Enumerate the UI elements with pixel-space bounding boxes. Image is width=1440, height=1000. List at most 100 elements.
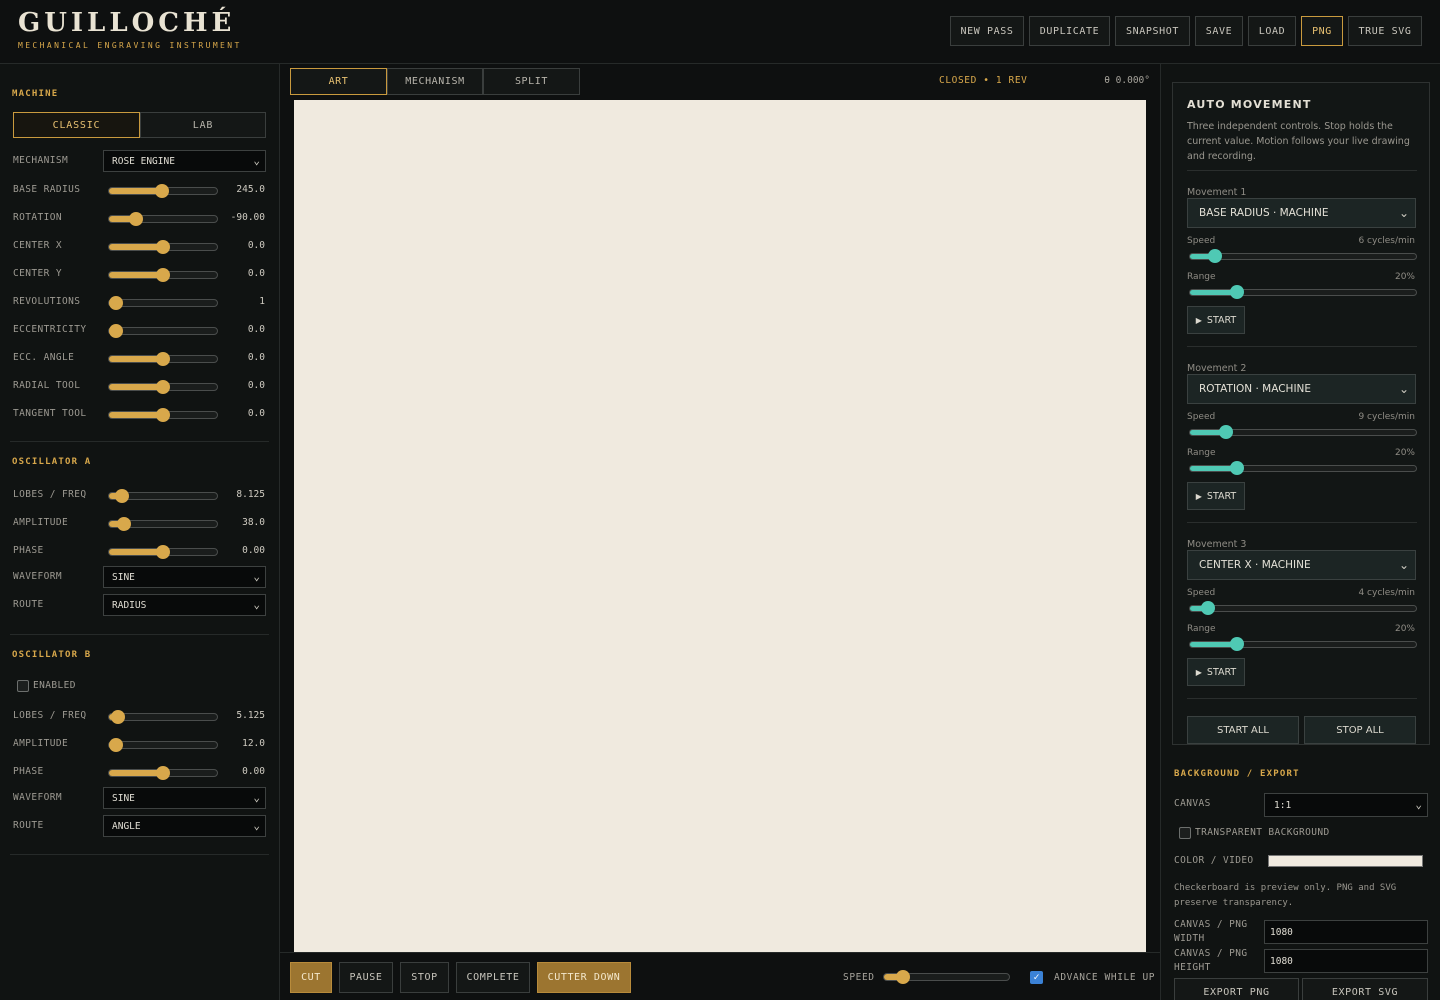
slider-thumb[interactable] [129,212,143,226]
slider-thumb[interactable] [156,352,170,366]
slider-fill [109,356,163,362]
movement-range-slider[interactable] [1189,461,1417,475]
start-all-button[interactable]: START ALL [1187,716,1299,744]
export-png-button[interactable]: EXPORT PNG [1174,978,1299,1000]
slider-thumb[interactable] [109,738,123,752]
load-button[interactable]: LOAD [1248,16,1296,46]
new-pass-button[interactable]: NEW PASS [950,16,1024,46]
mechanism-select[interactable]: ROSE ENGINE ⌄ [103,150,266,172]
osc-a-param-slider[interactable] [108,489,218,503]
machine-param-slider[interactable] [108,268,218,282]
speed-slider[interactable] [883,970,1010,984]
png-button[interactable]: PNG [1301,16,1343,46]
mode-lab-button[interactable]: LAB [140,112,266,138]
slider-thumb[interactable] [110,710,125,724]
slider-thumb[interactable] [1219,425,1234,439]
machine-param-value: 0.0 [247,380,265,391]
slider-thumb[interactable] [1207,249,1222,263]
stop-button[interactable]: STOP [400,962,449,993]
slider-thumb[interactable] [156,240,170,254]
machine-param-slider[interactable] [108,352,218,366]
png-height-input[interactable]: 1080 [1264,949,1428,973]
tab-split[interactable]: SPLIT [483,68,580,95]
slider-thumb[interactable] [156,380,170,394]
osc-a-param-label: AMPLITUDE [13,517,69,528]
color-picker[interactable] [1268,855,1423,867]
osc-b-param-slider[interactable] [108,738,218,752]
tab-mechanism[interactable]: MECHANISM [387,68,483,95]
slider-thumb[interactable] [1230,285,1245,299]
movement-start-button[interactable]: ▶ START [1187,482,1245,510]
osc-b-enabled-checkbox[interactable] [17,680,29,692]
slider-thumb[interactable] [1201,601,1216,615]
movement-target-value: ROTATION · MACHINE [1199,383,1312,395]
movement-speed-slider[interactable] [1189,249,1417,263]
slider-thumb[interactable] [156,408,170,422]
movement-speed-slider[interactable] [1189,425,1417,439]
stop-all-button[interactable]: STOP ALL [1304,716,1416,744]
machine-param-slider[interactable] [108,380,218,394]
true-svg-button[interactable]: TRUE SVG [1348,16,1422,46]
slider-thumb[interactable] [156,766,170,780]
osc-a-route-select[interactable]: RADIUS ⌄ [103,594,266,616]
movement-target-select[interactable]: BASE RADIUS · MACHINE ⌄ [1187,198,1416,228]
movement-range-slider[interactable] [1189,285,1417,299]
movement-speed-label: Speed [1187,412,1216,422]
engraving-canvas[interactable] [294,100,1146,952]
transparent-background-checkbox[interactable] [1179,827,1191,839]
slider-thumb[interactable] [895,970,910,984]
machine-param-value: 0.0 [247,352,265,363]
movement-start-label: START [1206,314,1237,326]
movement-target-value: BASE RADIUS · MACHINE [1199,207,1329,219]
movement-speed-value: 6 cycles/min [1358,236,1415,246]
slider-thumb[interactable] [1230,637,1245,651]
cut-button[interactable]: CUT [290,962,332,993]
complete-button[interactable]: COMPLETE [456,962,530,993]
slider-thumb[interactable] [114,489,129,503]
slider-thumb[interactable] [156,545,170,559]
movement-range-slider[interactable] [1189,637,1417,651]
osc-a-waveform-select[interactable]: SINE ⌄ [103,566,266,588]
slider-thumb[interactable] [156,268,170,282]
pause-button[interactable]: PAUSE [339,962,393,993]
osc-b-param-slider[interactable] [108,710,218,724]
osc-b-waveform-value: SINE [112,792,135,804]
machine-param-slider[interactable] [108,296,218,310]
movement-start-button[interactable]: ▶ START [1187,306,1245,334]
background-export-title: BACKGROUND / EXPORT [1174,769,1300,779]
canvas-ratio-select[interactable]: 1:1 ⌄ [1264,793,1428,817]
osc-b-route-select[interactable]: ANGLE ⌄ [103,815,266,837]
cutter-down-button[interactable]: CUTTER DOWN [537,962,631,993]
osc-b-param-slider[interactable] [108,766,218,780]
movement-speed-slider[interactable] [1189,601,1417,615]
slider-thumb[interactable] [117,517,132,531]
snapshot-button[interactable]: SNAPSHOT [1115,16,1190,46]
slider-thumb[interactable] [109,324,123,338]
mode-classic-button[interactable]: CLASSIC [13,112,140,138]
machine-param-slider[interactable] [108,324,218,338]
export-svg-button[interactable]: EXPORT SVG [1302,978,1428,1000]
osc-a-param-slider[interactable] [108,545,218,559]
osc-a-param-slider[interactable] [108,517,218,531]
slider-thumb[interactable] [109,296,123,310]
duplicate-button[interactable]: DUPLICATE [1029,16,1110,46]
slider-thumb[interactable] [1230,461,1245,475]
movement-range-value: 20% [1394,272,1415,282]
movement-divider [1187,346,1417,347]
section-divider [10,634,269,635]
slider-fill [109,188,162,194]
machine-param-slider[interactable] [108,184,218,198]
advance-while-up-checkbox[interactable]: ✓ [1030,971,1043,984]
machine-param-slider[interactable] [108,212,218,226]
machine-param-slider[interactable] [108,240,218,254]
movement-target-select[interactable]: CENTER X · MACHINE ⌄ [1187,550,1416,580]
save-button[interactable]: SAVE [1195,16,1243,46]
png-width-input[interactable]: 1080 [1264,920,1428,944]
slider-thumb[interactable] [154,184,169,198]
movement-target-select[interactable]: ROTATION · MACHINE ⌄ [1187,374,1416,404]
osc-b-waveform-select[interactable]: SINE ⌄ [103,787,266,809]
movement-start-button[interactable]: ▶ START [1187,658,1245,686]
machine-param-slider[interactable] [108,408,218,422]
auto-movement-card: AUTO MOVEMENT Three independent controls… [1172,82,1430,745]
tab-art[interactable]: ART [290,68,387,95]
